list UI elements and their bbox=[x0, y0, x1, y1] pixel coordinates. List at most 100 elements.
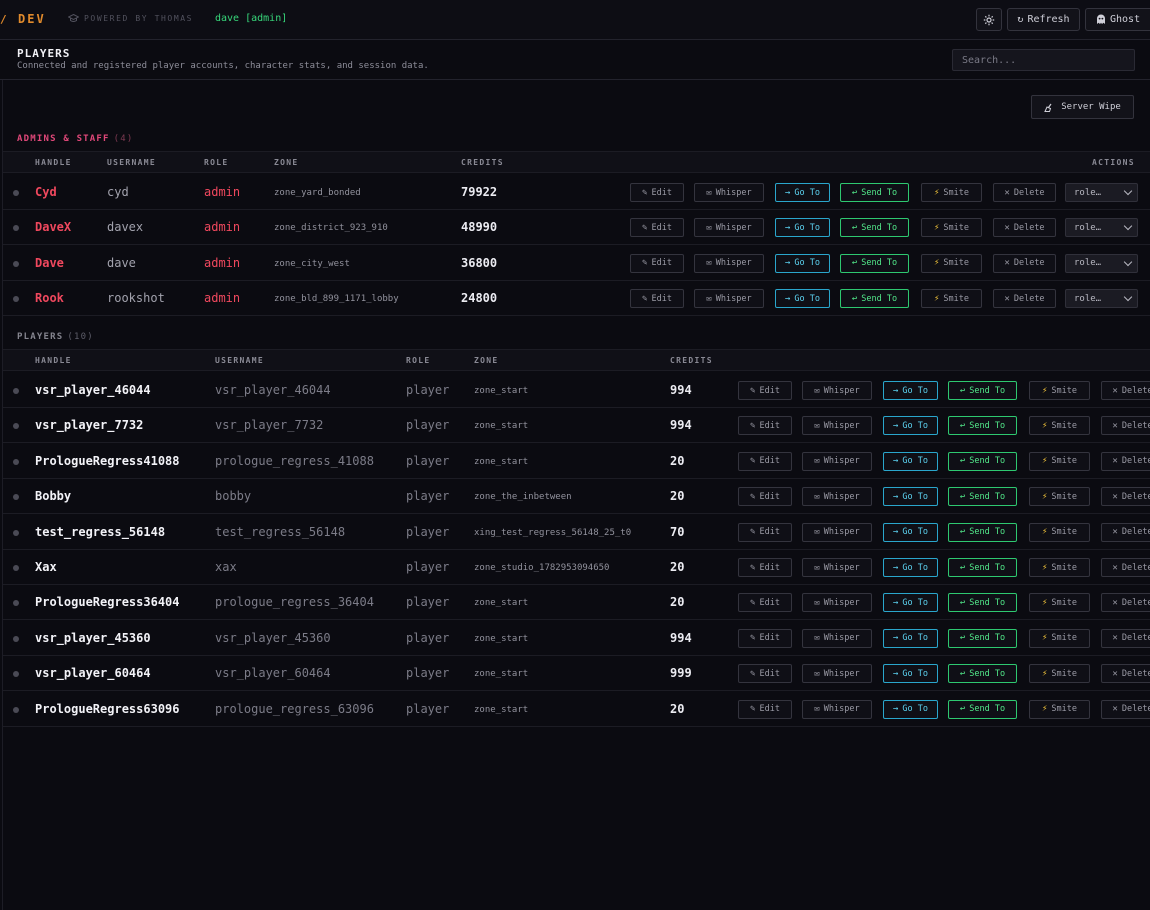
zone-cell: zone_start bbox=[474, 633, 529, 644]
send-to-button[interactable]: ↩ Send To bbox=[948, 522, 1017, 542]
whisper-button[interactable]: ✉ Whisper bbox=[694, 289, 764, 309]
goto-button[interactable]: → Go To bbox=[883, 664, 938, 684]
role-select[interactable]: role… bbox=[1065, 218, 1138, 238]
role-select[interactable]: role… bbox=[1065, 253, 1138, 273]
delete-button[interactable]: ✕ Delete bbox=[1101, 664, 1150, 684]
delete-button[interactable]: ✕ Delete bbox=[1101, 487, 1150, 507]
goto-button[interactable]: → Go To bbox=[775, 183, 830, 202]
whisper-button[interactable]: ✉ Whisper bbox=[802, 699, 872, 719]
smite-button[interactable]: ⚡ Smite bbox=[1029, 451, 1090, 471]
smite-button[interactable]: ⚡ Smite bbox=[1029, 699, 1090, 719]
smite-button[interactable]: ⚡ Smite bbox=[921, 253, 982, 273]
goto-button[interactable]: → Go To bbox=[883, 593, 938, 613]
smite-button[interactable]: ⚡ Smite bbox=[1029, 416, 1090, 436]
edit-button[interactable]: ✎ Edit bbox=[738, 699, 792, 719]
edit-button[interactable]: ✎ Edit bbox=[738, 416, 792, 436]
delete-button[interactable]: ✕ Delete bbox=[1101, 522, 1150, 542]
goto-button[interactable]: → Go To bbox=[775, 218, 830, 238]
send-to-button[interactable]: ↩ Send To bbox=[840, 183, 909, 202]
whisper-button[interactable]: ✉ Whisper bbox=[802, 416, 872, 436]
lightning-icon: ⚡ bbox=[933, 222, 940, 233]
send-to-button[interactable]: ↩ Send To bbox=[948, 558, 1017, 577]
refresh-button[interactable]: ↻ Refresh bbox=[1007, 8, 1080, 31]
send-to-label: Send To bbox=[969, 527, 1006, 538]
delete-button[interactable]: ✕ Delete bbox=[1101, 451, 1150, 471]
whisper-button[interactable]: ✉ Whisper bbox=[802, 593, 872, 613]
smite-button[interactable]: ⚡ Smite bbox=[921, 289, 982, 309]
search-input[interactable] bbox=[952, 49, 1135, 71]
whisper-button[interactable]: ✉ Whisper bbox=[694, 218, 764, 238]
gear-icon bbox=[983, 14, 995, 25]
send-to-button[interactable]: ↩ Send To bbox=[948, 628, 1017, 648]
goto-button[interactable]: → Go To bbox=[883, 522, 938, 542]
edit-button[interactable]: ✎ Edit bbox=[738, 451, 792, 471]
smite-button[interactable]: ⚡ Smite bbox=[921, 218, 982, 238]
delete-button[interactable]: ✕ Delete bbox=[1101, 416, 1150, 436]
credits-cell: 20 bbox=[670, 453, 685, 468]
goto-button[interactable]: → Go To bbox=[775, 253, 830, 273]
goto-button[interactable]: → Go To bbox=[883, 416, 938, 436]
delete-button[interactable]: ✕ Delete bbox=[1101, 593, 1150, 613]
edit-button[interactable]: ✎ Edit bbox=[738, 628, 792, 648]
send-to-button[interactable]: ↩ Send To bbox=[948, 664, 1017, 684]
smite-button[interactable]: ⚡ Smite bbox=[1029, 593, 1090, 613]
delete-button[interactable]: ✕ Delete bbox=[993, 253, 1056, 273]
goto-button[interactable]: → Go To bbox=[775, 289, 830, 309]
delete-button[interactable]: ✕ Delete bbox=[1101, 558, 1150, 577]
delete-button[interactable]: ✕ Delete bbox=[1101, 628, 1150, 648]
smite-button[interactable]: ⚡ Smite bbox=[1029, 522, 1090, 542]
whisper-button[interactable]: ✉ Whisper bbox=[802, 522, 872, 542]
edit-button[interactable]: ✎ Edit bbox=[630, 253, 684, 273]
whisper-button[interactable]: ✉ Whisper bbox=[802, 628, 872, 648]
send-to-button[interactable]: ↩ Send To bbox=[840, 253, 909, 273]
whisper-button[interactable]: ✉ Whisper bbox=[802, 451, 872, 471]
send-to-button[interactable]: ↩ Send To bbox=[948, 416, 1017, 436]
x-icon: ✕ bbox=[1112, 456, 1118, 467]
edit-button[interactable]: ✎ Edit bbox=[738, 593, 792, 613]
whisper-button[interactable]: ✉ Whisper bbox=[694, 183, 764, 202]
send-to-button[interactable]: ↩ Send To bbox=[840, 218, 909, 238]
whisper-button[interactable]: ✉ Whisper bbox=[802, 558, 872, 577]
whisper-button[interactable]: ✉ Whisper bbox=[802, 664, 872, 684]
edit-button[interactable]: ✎ Edit bbox=[738, 558, 792, 577]
goto-button[interactable]: → Go To bbox=[883, 451, 938, 471]
delete-button[interactable]: ✕ Delete bbox=[993, 289, 1056, 309]
send-to-button[interactable]: ↩ Send To bbox=[948, 381, 1017, 400]
role-select[interactable]: role… bbox=[1065, 289, 1138, 309]
server-wipe-button[interactable]: Server Wipe bbox=[1031, 95, 1134, 119]
send-to-button[interactable]: ↩ Send To bbox=[948, 593, 1017, 613]
goto-button[interactable]: → Go To bbox=[883, 381, 938, 400]
whisper-button[interactable]: ✉ Whisper bbox=[802, 487, 872, 507]
send-to-button[interactable]: ↩ Send To bbox=[840, 289, 909, 309]
smite-button[interactable]: ⚡ Smite bbox=[1029, 487, 1090, 507]
edit-button[interactable]: ✎ Edit bbox=[630, 183, 684, 202]
edit-button[interactable]: ✎ Edit bbox=[738, 487, 792, 507]
delete-button[interactable]: ✕ Delete bbox=[993, 183, 1056, 202]
whisper-button[interactable]: ✉ Whisper bbox=[694, 253, 764, 273]
ghost-button[interactable]: Ghost bbox=[1085, 8, 1150, 31]
edit-button[interactable]: ✎ Edit bbox=[630, 289, 684, 309]
arrow-right-icon: → bbox=[784, 187, 791, 198]
edit-button[interactable]: ✎ Edit bbox=[738, 522, 792, 542]
smite-button[interactable]: ⚡ Smite bbox=[921, 183, 982, 202]
delete-button[interactable]: ✕ Delete bbox=[993, 218, 1056, 238]
goto-button[interactable]: → Go To bbox=[883, 558, 938, 577]
whisper-button[interactable]: ✉ Whisper bbox=[802, 381, 872, 400]
edit-button[interactable]: ✎ Edit bbox=[630, 218, 684, 238]
smite-button[interactable]: ⚡ Smite bbox=[1029, 664, 1090, 684]
edit-button[interactable]: ✎ Edit bbox=[738, 381, 792, 400]
delete-button[interactable]: ✕ Delete bbox=[1101, 381, 1150, 400]
edit-button[interactable]: ✎ Edit bbox=[738, 664, 792, 684]
smite-button[interactable]: ⚡ Smite bbox=[1029, 381, 1090, 400]
send-to-button[interactable]: ↩ Send To bbox=[948, 487, 1017, 507]
goto-button[interactable]: → Go To bbox=[883, 699, 938, 719]
smite-button[interactable]: ⚡ Smite bbox=[1029, 558, 1090, 577]
role-select[interactable]: role… bbox=[1065, 183, 1138, 202]
goto-button[interactable]: → Go To bbox=[883, 487, 938, 507]
settings-button[interactable] bbox=[976, 8, 1002, 31]
send-to-button[interactable]: ↩ Send To bbox=[948, 451, 1017, 471]
smite-button[interactable]: ⚡ Smite bbox=[1029, 628, 1090, 648]
goto-button[interactable]: → Go To bbox=[883, 628, 938, 648]
delete-button[interactable]: ✕ Delete bbox=[1101, 699, 1150, 719]
send-to-button[interactable]: ↩ Send To bbox=[948, 699, 1017, 719]
